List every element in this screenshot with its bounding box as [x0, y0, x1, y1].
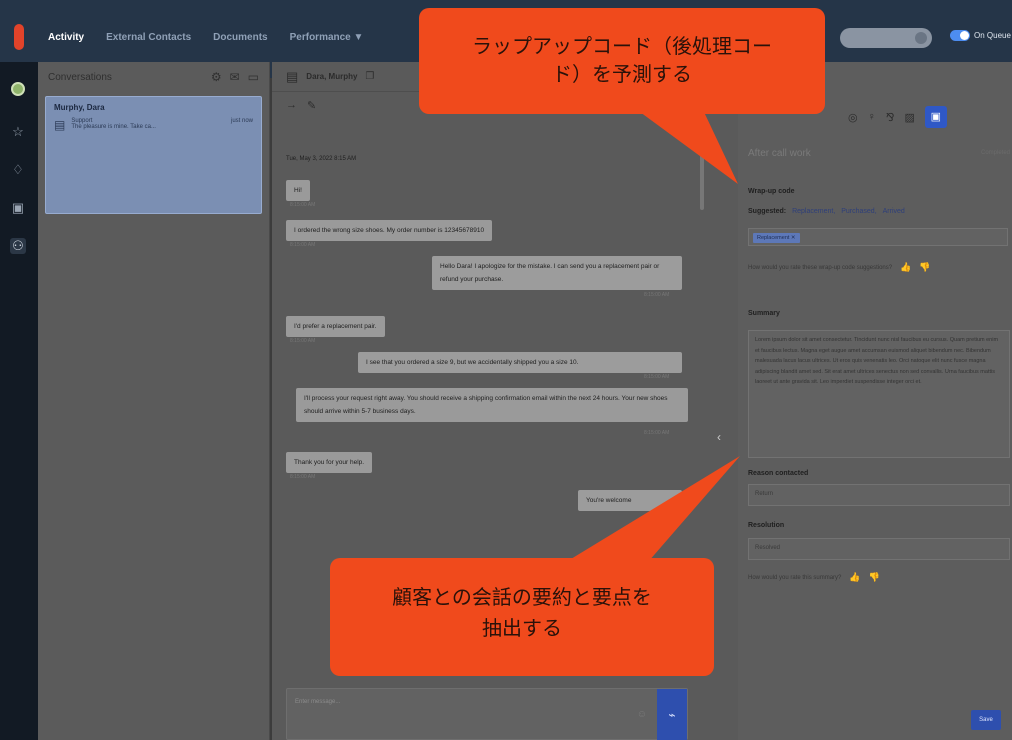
message-bubble: Hi!: [286, 180, 310, 201]
message-icon: ▤: [286, 68, 299, 84]
callout-summary: 顧客との会話の要約と要点を 抽出する: [330, 558, 714, 676]
message-icon: ▤: [54, 118, 66, 132]
tab-external-contacts[interactable]: External Contacts: [106, 32, 191, 43]
message-timestamp: 8:15:00 AM: [644, 292, 670, 298]
tab-performance[interactable]: Performance ▼: [290, 32, 364, 43]
message-bubble: I'll process your request right away. Yo…: [296, 388, 688, 422]
thumbs-down-icon[interactable]: 👎: [919, 262, 930, 273]
suggested-code-link[interactable]: Arrived: [883, 208, 905, 215]
summary-rating-question: How would you rate this summary?: [748, 574, 842, 581]
message-timestamp: 8:15:00 AM: [290, 338, 316, 344]
callout-wrapup: ラップアップコード（後処理コー ド）を予測する: [419, 8, 825, 114]
thumbs-up-icon[interactable]: 👍: [900, 262, 911, 273]
conversation-item[interactable]: Murphy, Dara ▤ Support The pleasure is m…: [45, 96, 262, 214]
chat-icon[interactable]: ▭: [248, 70, 259, 84]
conversation-contact: Murphy, Dara: [54, 103, 105, 112]
queue-label: On Queue: [974, 31, 1011, 40]
script-icon[interactable]: ⅋: [886, 111, 895, 124]
queue-toggle[interactable]: [950, 30, 970, 41]
search-icon: [915, 32, 927, 44]
message-bubble: I see that you ordered a size 9, but we …: [358, 352, 682, 373]
message-bubble: I'd prefer a replacement pair.: [286, 316, 385, 337]
tab-activity[interactable]: Activity: [48, 32, 84, 43]
acw-status: Completed: [980, 150, 1010, 156]
composer-placeholder: Enter message...: [295, 699, 341, 705]
reason-label: Reason contacted: [748, 470, 809, 477]
summary-label: Summary: [748, 310, 780, 317]
message-timestamp: 8:15:00 AM: [290, 242, 316, 248]
avatar[interactable]: [11, 82, 25, 96]
conversations-panel: Conversations ⚙ ✉ ▭ Murphy, Dara ▤ Suppo…: [38, 62, 270, 740]
message-composer[interactable]: Enter message... ☺ ⌁: [286, 688, 688, 740]
code-rating-question: How would you rate these wrap-up code su…: [748, 264, 893, 271]
summary-textarea[interactable]: Lorem ipsum dolor sit amet consectetur. …: [748, 330, 1010, 458]
resolution-label: Resolution: [748, 522, 785, 529]
conversations-header: Conversations ⚙ ✉ ▭: [38, 62, 269, 92]
clock-icon[interactable]: ◎: [848, 111, 858, 124]
message-date: Tue, May 3, 2022 8:15 AM: [286, 156, 357, 162]
app-window: Activity External Contacts Documents Per…: [0, 0, 1012, 740]
mail-icon[interactable]: ✉: [230, 70, 240, 84]
inbox-icon[interactable]: ▣: [10, 200, 26, 216]
callout-line: 抽出する: [482, 616, 562, 640]
wrapup-code-field[interactable]: Replacement ✕: [748, 228, 1008, 246]
callout-line: ラップアップコード（後処理コー: [472, 34, 772, 58]
summary-rating: How would you rate this summary? 👍 👎: [748, 572, 880, 583]
message-bubble: You're welcome: [578, 490, 682, 511]
conversation-time: just now: [230, 118, 253, 124]
suggested-label: Suggested:: [748, 208, 787, 215]
chat-contact-name: Dara, Murphy: [306, 72, 358, 81]
queue-status[interactable]: On Queue: [950, 30, 1011, 41]
resolution-field[interactable]: Resolved: [748, 538, 1010, 560]
wrapup-code-label: Wrap-up code: [748, 188, 795, 195]
lightbulb-icon[interactable]: ♀: [868, 111, 876, 123]
callout-line: ド）を予測する: [552, 62, 692, 86]
message-bubble: I ordered the wrong size shoes. My order…: [286, 220, 493, 241]
gear-icon[interactable]: ⚙: [211, 70, 222, 84]
transfer-icon[interactable]: →: [286, 99, 297, 111]
attach-button[interactable]: ⌁: [657, 689, 687, 740]
conversation-preview: The pleasure is mine. Take ca...: [71, 124, 156, 130]
chevron-left-icon[interactable]: ‹: [717, 430, 721, 444]
after-call-work-panel: ◎ ♀ ⅋ ▨ ▣ After call work Completed Wrap…: [738, 62, 1012, 740]
wrapup-code-chip[interactable]: Replacement ✕: [753, 233, 800, 243]
panel-toolbar: ◎ ♀ ⅋ ▨ ▣: [848, 106, 947, 128]
suggested-code-link[interactable]: Purchased,: [841, 208, 876, 215]
code-rating: How would you rate these wrap-up code su…: [748, 262, 931, 273]
suggested-code-link[interactable]: Replacement,: [792, 208, 835, 215]
conversations-title: Conversations: [48, 71, 112, 83]
reason-field[interactable]: Return: [748, 484, 1010, 506]
star-icon[interactable]: ☆: [10, 124, 26, 140]
search-input[interactable]: [840, 28, 932, 48]
thumbs-down-icon[interactable]: 👎: [869, 572, 880, 583]
wrapup-tab-icon[interactable]: ▣: [924, 106, 947, 128]
message-bubble: Hello Dara! I apologize for the mistake.…: [432, 256, 682, 290]
top-nav: Activity External Contacts Documents Per…: [38, 0, 363, 43]
message-bubble: Thank you for your help.: [286, 452, 373, 473]
message-timestamp: 8:15:00 AM: [644, 374, 670, 380]
save-button[interactable]: Save: [971, 710, 1001, 730]
emoji-icon[interactable]: ☺: [637, 709, 647, 720]
tab-documents[interactable]: Documents: [213, 32, 267, 43]
message-timestamp: 8:15:00 AM: [644, 430, 670, 436]
compose-icon[interactable]: ✎: [307, 99, 316, 112]
acw-title: After call work: [748, 148, 811, 159]
people-icon[interactable]: ⚇: [10, 238, 26, 254]
message-timestamp: 8:15:00 AM: [290, 202, 316, 208]
image-icon[interactable]: ▨: [904, 111, 914, 124]
thumbs-up-icon[interactable]: 👍: [849, 572, 860, 583]
copy-icon[interactable]: ❐: [365, 71, 374, 82]
message-timestamp: 8:15:00 AM: [290, 474, 316, 480]
left-rail: ☆ ♢ ▣ ⚇: [0, 62, 38, 740]
lightbulb-icon[interactable]: ♢: [10, 162, 26, 178]
suggested-codes: Suggested: Replacement, Purchased, Arriv…: [748, 208, 905, 215]
chat-scrollbar[interactable]: [700, 130, 704, 210]
callout-line: 顧客との会話の要約と要点を: [392, 585, 652, 609]
